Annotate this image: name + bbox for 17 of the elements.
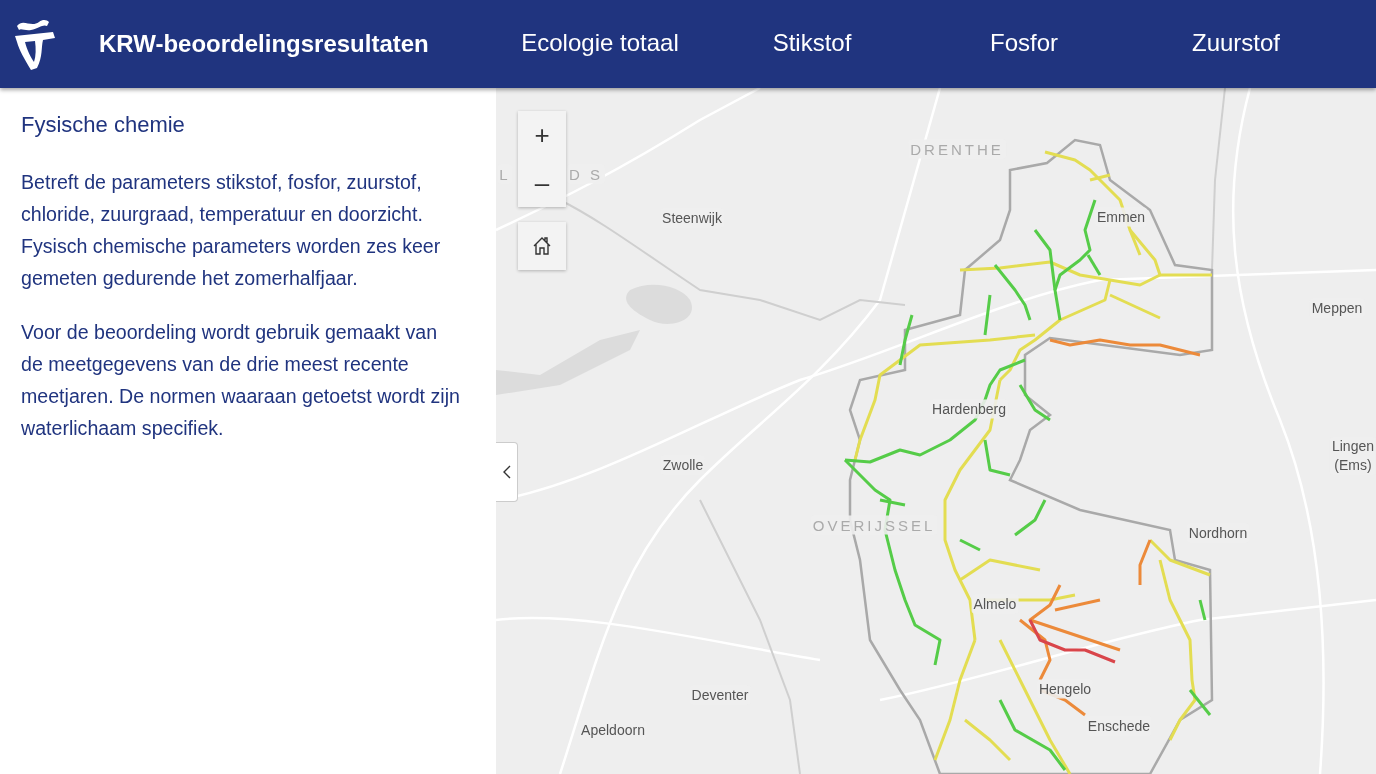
chevron-left-icon [502,465,511,479]
place-label: Hengelo [1036,679,1094,699]
nav-tab[interactable]: Zuurstof [1130,20,1342,68]
home-button[interactable] [518,222,566,270]
nav-tab[interactable]: Fosfor [918,20,1130,68]
nav-tab[interactable]: Ecologie totaal [494,20,706,68]
place-label: Hardenberg [930,399,1008,419]
description-paragraph: Voor de beoordeling wordt gebruik gemaakt van de meetgegevens van de drie meest recente meetjaren. De normen waaraan getoetst wordt zijn waterlichaam specifiek. [21,320,460,441]
collapse-panel-button[interactable] [496,442,518,502]
place-label: Lingen (Ems) [1330,437,1376,475]
app-title: KRW-beoordelingsresultaten [99,30,429,58]
panel-heading: Fysische chemie [21,112,186,138]
home-icon [531,235,553,257]
zoom-in-button[interactable]: + [518,111,566,159]
zoom-out-button[interactable]: – [518,159,566,207]
nav-tab[interactable]: Stikstof [706,20,918,68]
description-paragraph: Betreft de parameters stikstof, fosfor, zuurstof, chloride, zuurgraad, temperatuur en doorzicht. Fysisch chemische parameters worden zes keer gemeten gedurende het zomerhalfjaar. [21,170,442,291]
